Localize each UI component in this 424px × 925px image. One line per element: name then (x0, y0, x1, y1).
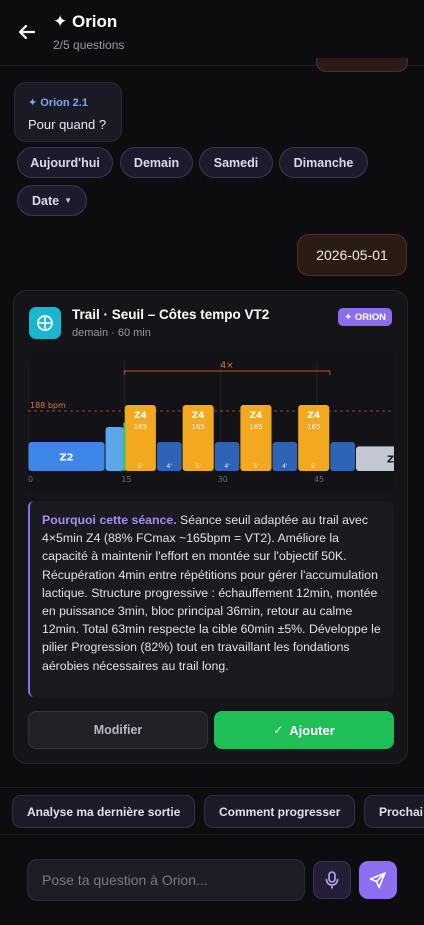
orion-message-text: Pour quand ? (28, 117, 107, 132)
check-icon: ✓ (273, 723, 284, 737)
orion-version-tag: ✦ Orion 2.1 (28, 97, 88, 109)
segment-bpm-label: 165 (134, 423, 147, 431)
suggestion-row[interactable]: Analyse ma dernière sortie Comment progr… (0, 787, 424, 835)
microphone-icon (325, 871, 339, 889)
segment-label: Z4 (134, 411, 147, 421)
suggestion-next[interactable]: Prochai (364, 795, 424, 828)
modify-button[interactable]: Modifier (28, 711, 208, 749)
suggestion-last-run[interactable]: Analyse ma dernière sortie (12, 795, 196, 828)
message-composer: Pose ta question à Orion... (0, 846, 424, 925)
segment-label: Z4 (250, 411, 263, 421)
repeat-label: 4× (220, 361, 233, 371)
quick-reply-date-picker[interactable]: Date ▼ (17, 185, 87, 216)
x-tick-label: 45 (314, 475, 324, 484)
workout-type-icon (29, 307, 61, 339)
microphone-button[interactable] (313, 861, 351, 899)
arrow-left-icon (18, 24, 36, 40)
question-input[interactable]: Pose ta question à Orion... (27, 859, 305, 901)
quick-reply-tomorrow[interactable]: Demain (120, 147, 193, 178)
segment-bar-z3 (105, 427, 124, 471)
caret-down-icon: ▼ (64, 196, 72, 205)
x-tick-label: 0 (28, 475, 33, 484)
segment-label: Z1 (387, 455, 394, 466)
segment-duration-label: 5' (195, 463, 201, 470)
send-icon (369, 872, 386, 889)
workout-profile-chart: 0 15 30 45 188 bpm 4× Z2 Z4 165 5' 4' Z4 165 5' 4' Z4 16… (28, 351, 394, 491)
segment-duration-label: 4' (167, 463, 173, 470)
segment-duration-label: 4' (282, 463, 288, 470)
question-progress: 2/5 questions (53, 38, 125, 52)
segment-bpm-label: 165 (191, 423, 204, 431)
repeat-bracket (123, 370, 331, 375)
quick-reply-sunday[interactable]: Dimanche (279, 147, 368, 178)
workout-card: Trail · Seuil – Côtes tempo VT2 demain ·… (13, 290, 408, 764)
segment-duration-label: 5' (253, 463, 259, 470)
threshold-label: 188 bpm (30, 401, 66, 410)
segment-label: Z2 (59, 452, 73, 463)
rationale-box: Pourquoi cette séance. Séance seuil adap… (28, 501, 394, 697)
segment-label: Z4 (192, 411, 205, 421)
workout-profile-svg: 0 15 30 45 188 bpm 4× Z2 Z4 165 5' 4' Z4 165 5' 4' Z4 16… (28, 361, 394, 484)
rationale-text: Pourquoi cette séance. Séance seuil adap… (42, 511, 386, 675)
segment-bar-r (330, 441, 355, 471)
crosshair-icon (37, 315, 53, 331)
workout-meta: demain · 60 min (72, 327, 151, 339)
user-message-bubble: 2026-05-01 (297, 234, 407, 276)
suggestion-progress[interactable]: Comment progresser (204, 795, 356, 828)
segment-bpm-label: 165 (249, 423, 262, 431)
orion-message-bubble: ✦ Orion 2.1 Pour quand ? (14, 82, 122, 142)
app-header: ✦ Orion 2/5 questions (0, 0, 424, 66)
x-tick-label: 30 (218, 475, 228, 484)
orion-badge: ✦ ORION (338, 308, 392, 326)
page-title: ✦ Orion (53, 12, 118, 31)
quick-reply-today[interactable]: Aujourd'hui (17, 147, 113, 178)
send-button[interactable] (359, 861, 397, 899)
segment-duration-label: 5' (138, 463, 144, 470)
x-tick-label: 15 (121, 475, 131, 484)
segment-duration-label: 5' (311, 463, 317, 470)
workout-title: Trail · Seuil – Côtes tempo VT2 (72, 307, 270, 322)
segment-duration-label: 4' (224, 463, 230, 470)
add-button[interactable]: ✓ Ajouter (214, 711, 394, 749)
rationale-title: Pourquoi cette séance. (42, 513, 177, 527)
rationale-body: Séance seuil adaptée au trail avec 4×5mi… (42, 513, 381, 673)
back-button[interactable] (14, 20, 40, 44)
segment-bpm-label: 165 (307, 423, 320, 431)
segment-label: Z4 (307, 411, 320, 421)
previous-user-bubble (316, 58, 408, 72)
transition-marker (123, 422, 126, 471)
quick-reply-saturday[interactable]: Samedi (199, 147, 273, 178)
